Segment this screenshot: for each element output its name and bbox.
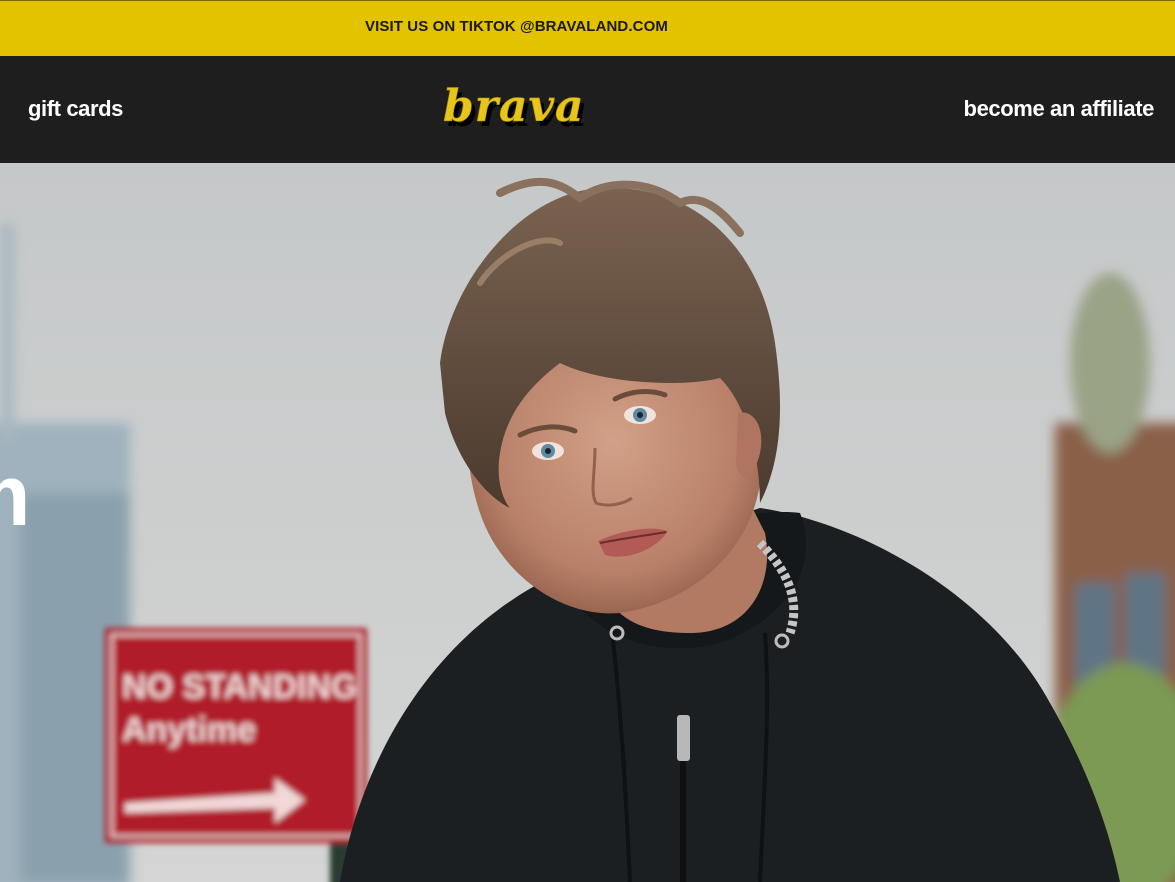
announcement-text[interactable]: VISIT US ON TIKTOK @BRAVALAND.COM <box>365 18 668 35</box>
site-header: gift cards brava brava become an affilia… <box>0 56 1175 163</box>
gift-cards-link[interactable]: gift cards <box>28 96 123 122</box>
svg-text:brava: brava <box>443 81 585 132</box>
hero-headline-fragment-1: m <box>0 453 30 539</box>
hero-image: NO STANDING Anytime <box>0 163 1175 882</box>
sign-line-1: NO STANDING <box>122 668 357 706</box>
hero-banner: NO STANDING Anytime <box>0 163 1175 882</box>
brava-logo-mark: brava brava <box>443 81 588 137</box>
sign-line-2: Anytime <box>122 711 256 749</box>
announcement-bar: VISIT US ON TIKTOK @BRAVALAND.COM <box>0 0 1175 56</box>
brava-logo[interactable]: brava brava <box>438 76 593 138</box>
become-affiliate-link[interactable]: become an affiliate <box>964 96 1155 122</box>
